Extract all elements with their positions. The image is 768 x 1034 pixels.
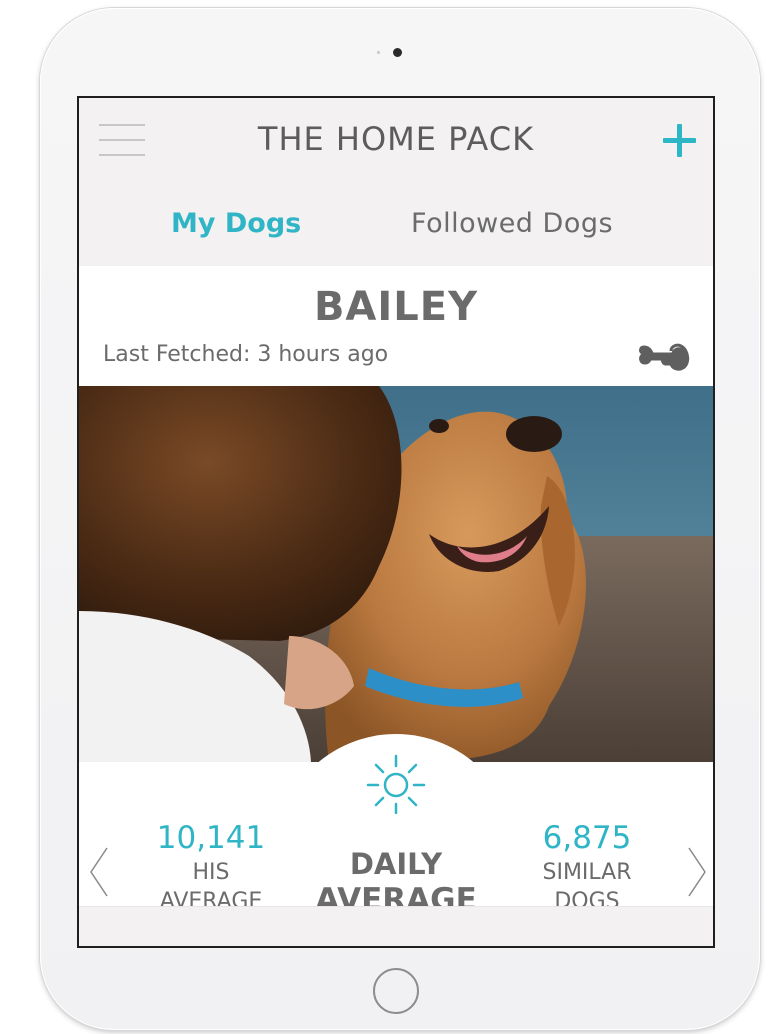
plus-icon[interactable] (661, 122, 697, 158)
daily-average-line1: DAILY (349, 847, 443, 881)
home-button[interactable] (373, 968, 419, 1014)
sensor-dot (377, 51, 380, 54)
app-header: THE HOME PACK (79, 98, 713, 183)
tab-bar: My Dogs Followed Dogs (79, 182, 713, 266)
app-screen: THE HOME PACK My Dogs Followed Dogs BAIL… (77, 96, 715, 948)
dog-name: BAILEY (313, 284, 479, 330)
tab-followed-dogs[interactable]: Followed Dogs (411, 208, 613, 239)
dog-card-header: BAILEY Last Fetched: 3 hours ago (79, 266, 713, 386)
photo-illustration (79, 386, 713, 762)
page-title: THE HOME PACK (257, 120, 535, 158)
bottom-strip (79, 906, 713, 946)
next-arrow-icon[interactable] (685, 846, 709, 898)
sun-icon (366, 754, 426, 814)
daily-average-panel: 10,141 HIS AVERAGE DAILY AVERAGE 6,875 S… (79, 734, 713, 918)
similar-dogs-value: 6,875 (542, 820, 632, 856)
previous-arrow-icon[interactable] (87, 846, 111, 898)
his-average-label-line1: HIS (192, 860, 230, 885)
front-camera (393, 48, 402, 57)
similar-dogs-label-line1: SIMILAR (542, 860, 632, 885)
dog-bone-icon[interactable] (637, 342, 691, 374)
last-fetched-text: Last Fetched: 3 hours ago (103, 342, 389, 367)
golden-retriever-photo (79, 386, 713, 762)
tab-my-dogs[interactable]: My Dogs (171, 208, 301, 239)
his-average-value: 10,141 (156, 820, 266, 856)
